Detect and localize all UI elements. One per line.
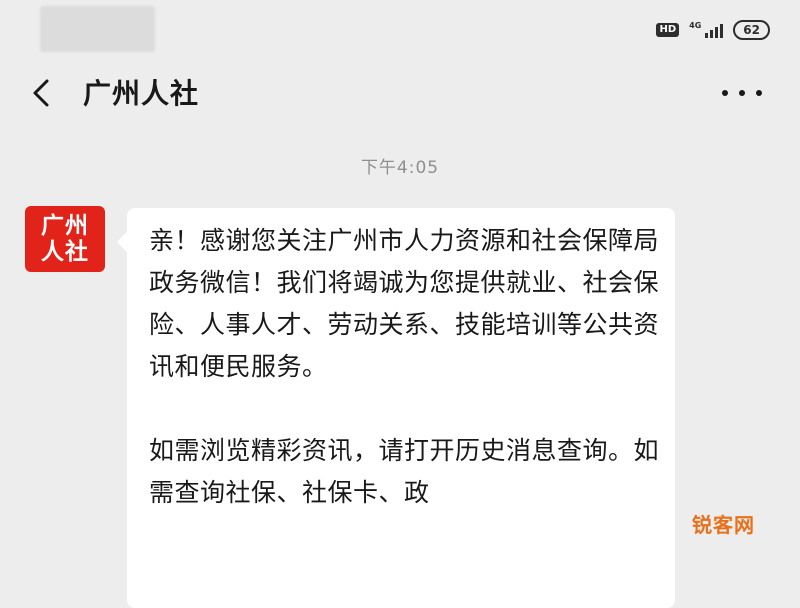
more-options-button[interactable] [722,76,762,110]
nav-bar: 广州人社 [0,62,800,126]
avatar-text-line2: 人社 [41,239,89,265]
status-indicators: HD 4G 62 [656,18,770,42]
blurred-status-info [40,6,155,52]
message-bubble[interactable]: 亲！感谢您关注广州市人力资源和社会保障局政务微信！我们将竭诚为您提供就业、社会保… [117,208,675,608]
status-bar: HD 4G 62 [0,0,800,60]
network-type: 4G [689,21,702,30]
back-button[interactable] [26,76,60,110]
message-text: 亲！感谢您关注广州市人力资源和社会保障局政务微信！我们将竭诚为您提供就业、社会保… [149,226,660,507]
avatar[interactable]: 广州 人社 [25,206,105,272]
battery-icon: 62 [733,20,770,40]
message-timestamp: 下午4:05 [360,158,440,178]
more-dot-icon [722,90,728,96]
hd-icon: HD [656,23,680,37]
more-dot-icon [739,90,745,96]
signal-icon: 4G [689,21,724,38]
page-title: 广州人社 [83,77,200,110]
avatar-text-line1: 广州 [41,213,89,239]
watermark: 锐客网 [692,513,755,537]
chevron-left-icon [33,79,49,107]
more-dot-icon [756,90,762,96]
